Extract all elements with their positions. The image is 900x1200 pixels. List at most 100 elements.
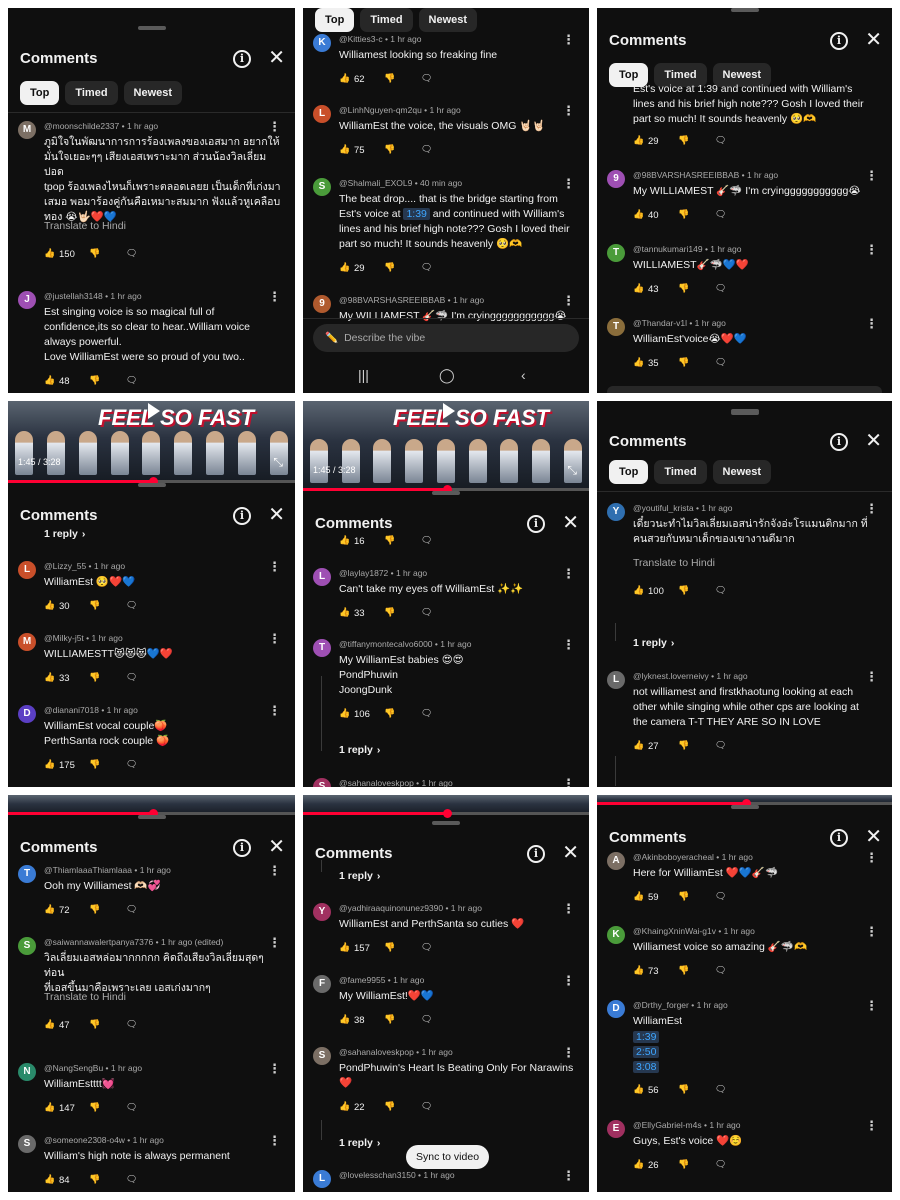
reply-icon[interactable]: 🗨 [126, 1174, 137, 1185]
reply-icon[interactable]: 🗨 [126, 375, 137, 386]
close-icon[interactable]: ✕ [268, 504, 285, 526]
more-options-icon[interactable]: ⋮ [562, 1169, 575, 1182]
like-icon[interactable]: 👍 [44, 248, 55, 259]
comment-author-time[interactable]: @justellah3148 • 1 hr ago [44, 291, 142, 301]
dislike-icon[interactable]: 👎 [678, 1159, 689, 1170]
dislike-icon[interactable]: 👎 [678, 891, 689, 902]
bottom-input-bar[interactable] [607, 386, 882, 393]
more-options-icon[interactable]: ⋮ [562, 777, 575, 787]
close-icon[interactable]: ✕ [268, 836, 285, 858]
like-icon[interactable]: 👍 [633, 965, 644, 976]
translate-link[interactable]: Translate to Hindi [633, 557, 715, 569]
avatar[interactable]: L [607, 671, 625, 689]
reply-icon[interactable]: 🗨 [126, 759, 137, 770]
avatar[interactable]: L [313, 568, 331, 586]
like-icon[interactable]: 👍 [44, 1174, 55, 1185]
like-icon[interactable]: 👍 [633, 357, 644, 368]
avatar[interactable]: T [607, 244, 625, 262]
video-progress-bar[interactable] [303, 809, 589, 818]
reply-icon[interactable]: 🗨 [715, 357, 726, 368]
comment-author-time[interactable]: @EllyGabriel-m4s • 1 hr ago [633, 1120, 741, 1130]
reply-icon[interactable]: 🗨 [421, 942, 432, 953]
like-icon[interactable]: 👍 [339, 144, 350, 155]
like-icon[interactable]: 👍 [339, 942, 350, 953]
avatar[interactable]: F [313, 975, 331, 993]
dislike-icon[interactable]: 👎 [384, 144, 395, 155]
more-options-icon[interactable]: ⋮ [268, 936, 281, 949]
more-options-icon[interactable]: ⋮ [865, 169, 878, 182]
dislike-icon[interactable]: 👎 [384, 535, 395, 546]
more-options-icon[interactable]: ⋮ [562, 974, 575, 987]
comment-author-time[interactable]: @Lizzy_55 • 1 hr ago [44, 561, 125, 571]
avatar[interactable]: S [18, 937, 36, 955]
avatar[interactable]: L [313, 1170, 331, 1188]
more-options-icon[interactable]: ⋮ [268, 864, 281, 877]
reply-icon[interactable]: 🗨 [421, 708, 432, 719]
more-options-icon[interactable]: ⋮ [268, 120, 281, 133]
dislike-icon[interactable]: 👎 [89, 1174, 100, 1185]
dislike-icon[interactable]: 👎 [384, 607, 395, 618]
dislike-icon[interactable]: 👎 [384, 1014, 395, 1025]
view-replies-link[interactable]: 1 reply › [339, 870, 380, 882]
comment-author-time[interactable]: @KhaingXninWai-g1v • 1 hr ago [633, 926, 755, 936]
reply-icon[interactable]: 🗨 [126, 600, 137, 611]
comment-author-time[interactable]: @lyknest.loverneivy • 1 hr ago [633, 671, 748, 681]
comment-author-time[interactable]: @youtiful_krista • 1 hr ago [633, 503, 733, 513]
chip-top[interactable]: Top [609, 460, 649, 484]
comment-author-time[interactable]: @ThiamlaaaThiamlaaa • 1 hr ago [44, 865, 171, 875]
dislike-icon[interactable]: 👎 [89, 1102, 100, 1113]
more-options-icon[interactable]: ⋮ [562, 567, 575, 580]
comment-author-time[interactable]: @LinhNguyen-qm2qu • 1 hr ago [339, 105, 461, 115]
like-icon[interactable]: 👍 [44, 759, 55, 770]
like-icon[interactable]: 👍 [339, 73, 350, 84]
comment-author-time[interactable]: @Akinboboyeracheal • 1 hr ago [633, 852, 753, 862]
chip-timed[interactable]: Timed [65, 81, 118, 105]
info-icon[interactable]: i [527, 845, 545, 863]
more-options-icon[interactable]: ⋮ [562, 638, 575, 651]
recent-apps-icon[interactable]: ||| [358, 367, 369, 383]
like-icon[interactable]: 👍 [633, 135, 644, 146]
dislike-icon[interactable]: 👎 [678, 1084, 689, 1095]
close-icon[interactable]: ✕ [562, 842, 579, 864]
dislike-icon[interactable]: 👎 [89, 759, 100, 770]
reply-icon[interactable]: 🗨 [715, 585, 726, 596]
avatar[interactable]: M [18, 633, 36, 651]
chip-top[interactable]: Top [315, 8, 355, 32]
reply-icon[interactable]: 🗨 [126, 248, 137, 259]
close-icon[interactable]: ✕ [562, 512, 579, 534]
more-options-icon[interactable]: ⋮ [562, 33, 575, 46]
dislike-icon[interactable]: 👎 [89, 904, 100, 915]
timestamp-link[interactable]: 1:39 [633, 1031, 660, 1043]
more-options-icon[interactable]: ⋮ [865, 243, 878, 256]
comment-author-time[interactable]: @Thandar-v1l • 1 hr ago [633, 318, 726, 328]
drag-handle[interactable] [137, 26, 166, 30]
more-options-icon[interactable]: ⋮ [865, 851, 878, 864]
like-icon[interactable]: 👍 [44, 1102, 55, 1113]
comment-author-time[interactable]: @dianani7018 • 1 hr ago [44, 705, 138, 715]
play-icon[interactable] [443, 403, 455, 419]
comment-author-time[interactable]: @sahanaloveskpop • 1 hr ago [339, 1047, 453, 1057]
info-icon[interactable]: i [233, 839, 251, 857]
avatar[interactable]: 9 [607, 170, 625, 188]
video-player[interactable]: FEEL SO FAST 1:45 / 3:28 ⤡ [8, 401, 295, 486]
reply-icon[interactable]: 🗨 [421, 1101, 432, 1112]
comment-author-time[interactable]: @someone2308-o4w • 1 hr ago [44, 1135, 164, 1145]
avatar[interactable]: D [18, 705, 36, 723]
reply-icon[interactable]: 🗨 [421, 1014, 432, 1025]
chip-top[interactable]: Top [20, 81, 60, 105]
avatar[interactable]: T [18, 865, 36, 883]
like-icon[interactable]: 👍 [633, 1159, 644, 1170]
more-options-icon[interactable]: ⋮ [865, 999, 878, 1012]
avatar[interactable]: S [313, 1047, 331, 1065]
timestamp-link[interactable]: 1:39 [403, 208, 430, 220]
avatar[interactable]: J [18, 291, 36, 309]
dislike-icon[interactable]: 👎 [89, 375, 100, 386]
like-icon[interactable]: 👍 [339, 535, 350, 546]
describe-vibe-input[interactable]: ✏️ Describe the vibe [313, 324, 579, 352]
reply-icon[interactable]: 🗨 [421, 262, 432, 273]
translate-link[interactable]: Translate to Hindi [44, 991, 126, 1003]
more-options-icon[interactable]: ⋮ [865, 317, 878, 330]
dislike-icon[interactable]: 👎 [384, 942, 395, 953]
reply-icon[interactable]: 🗨 [421, 73, 432, 84]
reply-icon[interactable]: 🗨 [421, 607, 432, 618]
